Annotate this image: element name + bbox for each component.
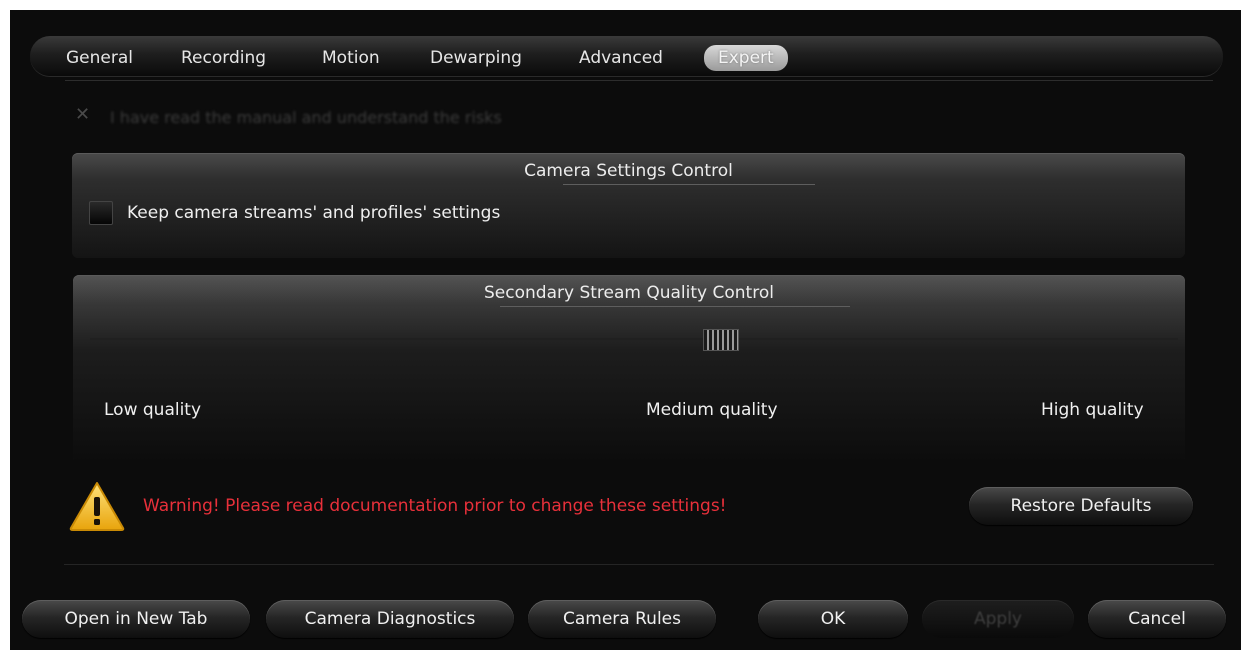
read-manual-checkbox[interactable]: ✕ bbox=[75, 104, 90, 125]
warning-triangle-icon bbox=[69, 482, 125, 531]
medium-quality-label: Medium quality bbox=[646, 400, 778, 420]
stream-quality-title-underline bbox=[500, 306, 850, 307]
camera-settings-title-underline bbox=[563, 184, 815, 185]
tab-advanced[interactable]: Advanced bbox=[579, 45, 663, 71]
stream-quality-title: Secondary Stream Quality Control bbox=[484, 283, 774, 303]
read-manual-label: I have read the manual and understand th… bbox=[110, 108, 502, 127]
ok-button[interactable]: OK bbox=[758, 600, 908, 638]
keep-settings-checkbox[interactable] bbox=[89, 201, 113, 225]
camera-rules-button[interactable]: Camera Rules bbox=[528, 600, 716, 638]
warning-text: Warning! Please read documentation prior… bbox=[143, 496, 727, 516]
camera-diagnostics-button[interactable]: Camera Diagnostics bbox=[266, 600, 514, 638]
tab-general[interactable]: General bbox=[66, 45, 133, 71]
restore-defaults-button[interactable]: Restore Defaults bbox=[969, 487, 1193, 525]
tab-dewarping[interactable]: Dewarping bbox=[430, 45, 522, 71]
high-quality-label: High quality bbox=[1041, 400, 1144, 420]
camera-settings-title: Camera Settings Control bbox=[524, 161, 733, 181]
quality-slider-handle[interactable] bbox=[703, 329, 739, 351]
quality-slider-groove[interactable] bbox=[90, 338, 1178, 340]
open-new-tab-button[interactable]: Open in New Tab bbox=[22, 600, 250, 638]
cancel-button[interactable]: Cancel bbox=[1088, 600, 1226, 638]
bottom-separator bbox=[64, 564, 1214, 565]
keep-settings-label: Keep camera streams' and profiles' setti… bbox=[127, 203, 501, 223]
tab-recording[interactable]: Recording bbox=[181, 45, 266, 71]
stream-quality-group: Secondary Stream Quality Control bbox=[73, 275, 1185, 463]
low-quality-label: Low quality bbox=[104, 400, 202, 420]
tab-expert[interactable]: Expert bbox=[704, 45, 788, 71]
tab-separator bbox=[65, 80, 1213, 81]
apply-button[interactable]: Apply bbox=[922, 600, 1074, 638]
apply-button-label: Apply bbox=[974, 609, 1022, 629]
tab-motion[interactable]: Motion bbox=[322, 45, 380, 71]
